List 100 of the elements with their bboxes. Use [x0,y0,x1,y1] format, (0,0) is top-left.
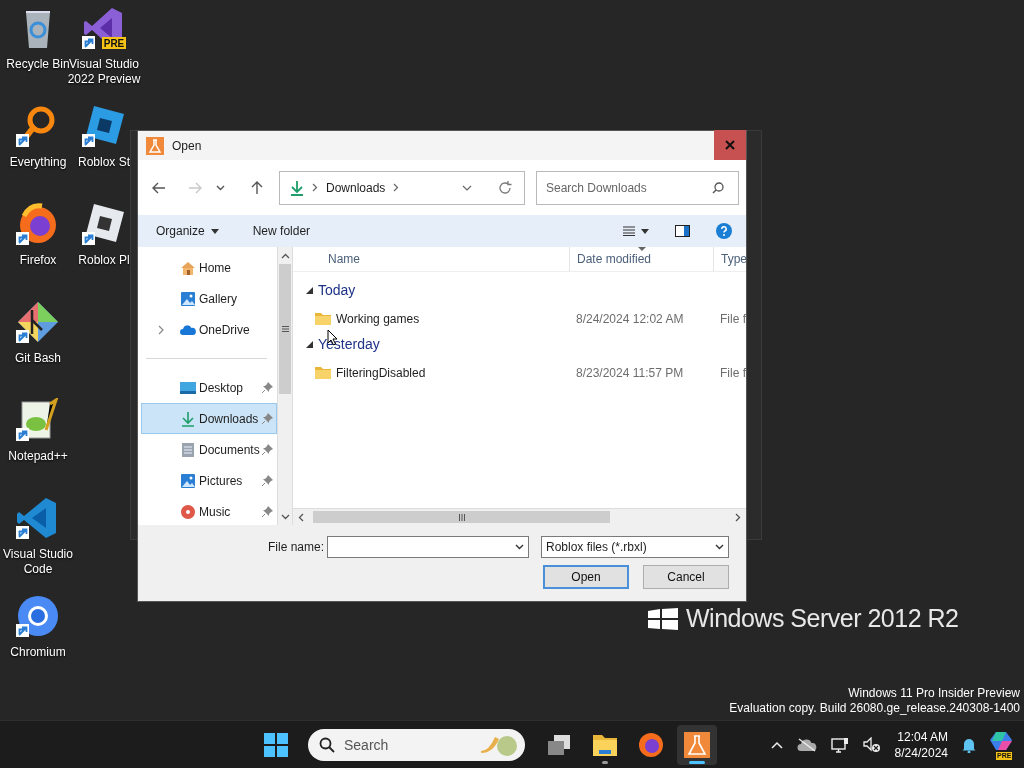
chevron-icon [393,183,400,192]
shortcut-arrow-icon [82,36,95,49]
flame-globe-icon [638,731,664,758]
search-icon [712,181,724,194]
nav-item[interactable]: Documents [141,434,277,465]
column-header[interactable]: Date modified [569,247,713,271]
close-icon [725,140,735,150]
type-cell-text: File f [719,365,746,380]
shortcut-arrow-icon [82,232,95,245]
horizontal-scrollbar[interactable] [293,508,746,525]
group-header[interactable]: Yesterday [293,332,746,356]
file-name[interactable]: Working games [336,311,420,326]
grip-icon [281,326,289,332]
picture-icon [180,290,196,307]
network-icon[interactable] [830,736,849,753]
download-icon [290,179,304,196]
windows-logo-icon [648,607,678,630]
search-field[interactable]: Search Downloads [536,170,739,205]
activation-text: Evaluation copy. Build 26080.ge_release.240308-1400 [729,701,1020,716]
preview-badge: PRE [102,37,126,49]
tilted-square-icon[interactable] [82,104,126,148]
flask-icon [684,731,710,758]
nav-item[interactable]: Music [141,496,277,525]
caret-icon [515,544,524,550]
vertical-scrollbar[interactable] [277,247,293,525]
search-icon [319,736,335,753]
start-icon[interactable] [264,732,288,757]
window-title: Open [172,138,202,153]
chevron-icon[interactable] [158,324,164,335]
icon-label: Git Bash [14,351,62,366]
caret-icon[interactable] [216,184,225,191]
clock-date: 8/24/2024 [894,744,948,761]
server-brand-text: Windows Server 2012 R2 [686,604,959,633]
refresh-icon[interactable] [498,180,512,195]
shortcut-arrow-icon [16,330,29,343]
new-folder-button[interactable]: New folder [244,220,319,242]
date-cell-text: 8/23/2024 11:57 PM [575,365,685,380]
nav-item[interactable]: Gallery [141,283,277,314]
scroll-up-icon[interactable] [280,253,290,259]
nav-item[interactable]: Desktop [141,372,277,403]
scroll-right-icon[interactable] [735,512,741,522]
scroll-left-icon[interactable] [298,512,304,522]
clock-time: 12:04 AM [897,728,948,745]
nav-item[interactable]: OneDrive [141,314,277,345]
column-header[interactable]: Type [713,247,746,271]
open-button[interactable]: Open [543,565,629,589]
folder-icon [315,312,331,325]
chevron-icon [312,183,318,192]
taskbar-search-field[interactable]: Search [308,728,525,761]
ring-icon[interactable] [16,594,60,638]
tilted-square-icon[interactable] [82,202,126,246]
group-header[interactable]: Today [293,278,746,302]
address-bar[interactable]: Downloads [279,170,525,205]
breadcrumb-item[interactable]: Downloads [326,180,386,195]
home-icon [180,259,196,276]
chevron-up-icon[interactable] [770,740,783,749]
folder-icon [315,366,331,379]
shortcut-arrow-icon [16,134,29,147]
caret-icon[interactable] [462,184,472,191]
cancel-button[interactable]: Cancel [643,565,729,589]
taskbar-app[interactable] [677,724,717,765]
activation-text: Windows 11 Pro Insider Preview [848,686,1020,701]
list-view-icon[interactable] [623,226,635,236]
clock[interactable]: 12:04 AM 8/24/2024 [894,728,948,761]
help-icon[interactable] [716,223,732,239]
file-name-label: File name: [268,540,323,554]
bell-icon[interactable] [962,736,976,753]
scroll-down-icon[interactable] [280,514,290,520]
diamond-icon[interactable] [16,300,60,344]
preview-pane-icon[interactable] [675,225,690,237]
file-name[interactable]: FilteringDisabled [336,365,426,380]
file-type-dropdown[interactable]: Roblox files (*.rbxl) [541,536,729,558]
cloud-off-icon[interactable] [796,737,817,752]
music-icon [180,503,196,520]
up-arrow-icon[interactable] [251,180,263,195]
icon-label: Roblox St [77,155,131,170]
file-name-field[interactable] [327,536,529,558]
caret-icon [210,228,219,234]
icon-label: Roblox Pl [77,253,131,268]
flask-icon [146,136,164,155]
shortcut-arrow-icon [16,526,29,539]
shortcut-arrow-icon [82,134,95,147]
caret-icon [715,544,724,550]
copilot-icon[interactable] [990,729,1014,752]
shortcut-arrow-icon [16,624,29,637]
close-button[interactable] [714,130,746,160]
back-arrow-icon[interactable] [152,181,166,194]
nav-item[interactable]: Home [141,252,277,283]
nav-item[interactable]: Pictures [141,465,277,496]
nav-item[interactable]: Downloads [141,403,277,434]
shortcut-arrow-icon [16,232,29,245]
organize-button[interactable]: Organize [148,220,227,242]
column-header[interactable]: Name [293,247,569,271]
icon-label: Visual Studio Code [2,547,74,577]
grip-icon [458,513,465,521]
desktop-icon [180,379,196,396]
speaker-muted-icon[interactable] [862,736,881,753]
icon-label: Chromium [9,645,67,660]
notepad-icon[interactable] [16,398,60,442]
caret-icon[interactable] [641,228,649,234]
